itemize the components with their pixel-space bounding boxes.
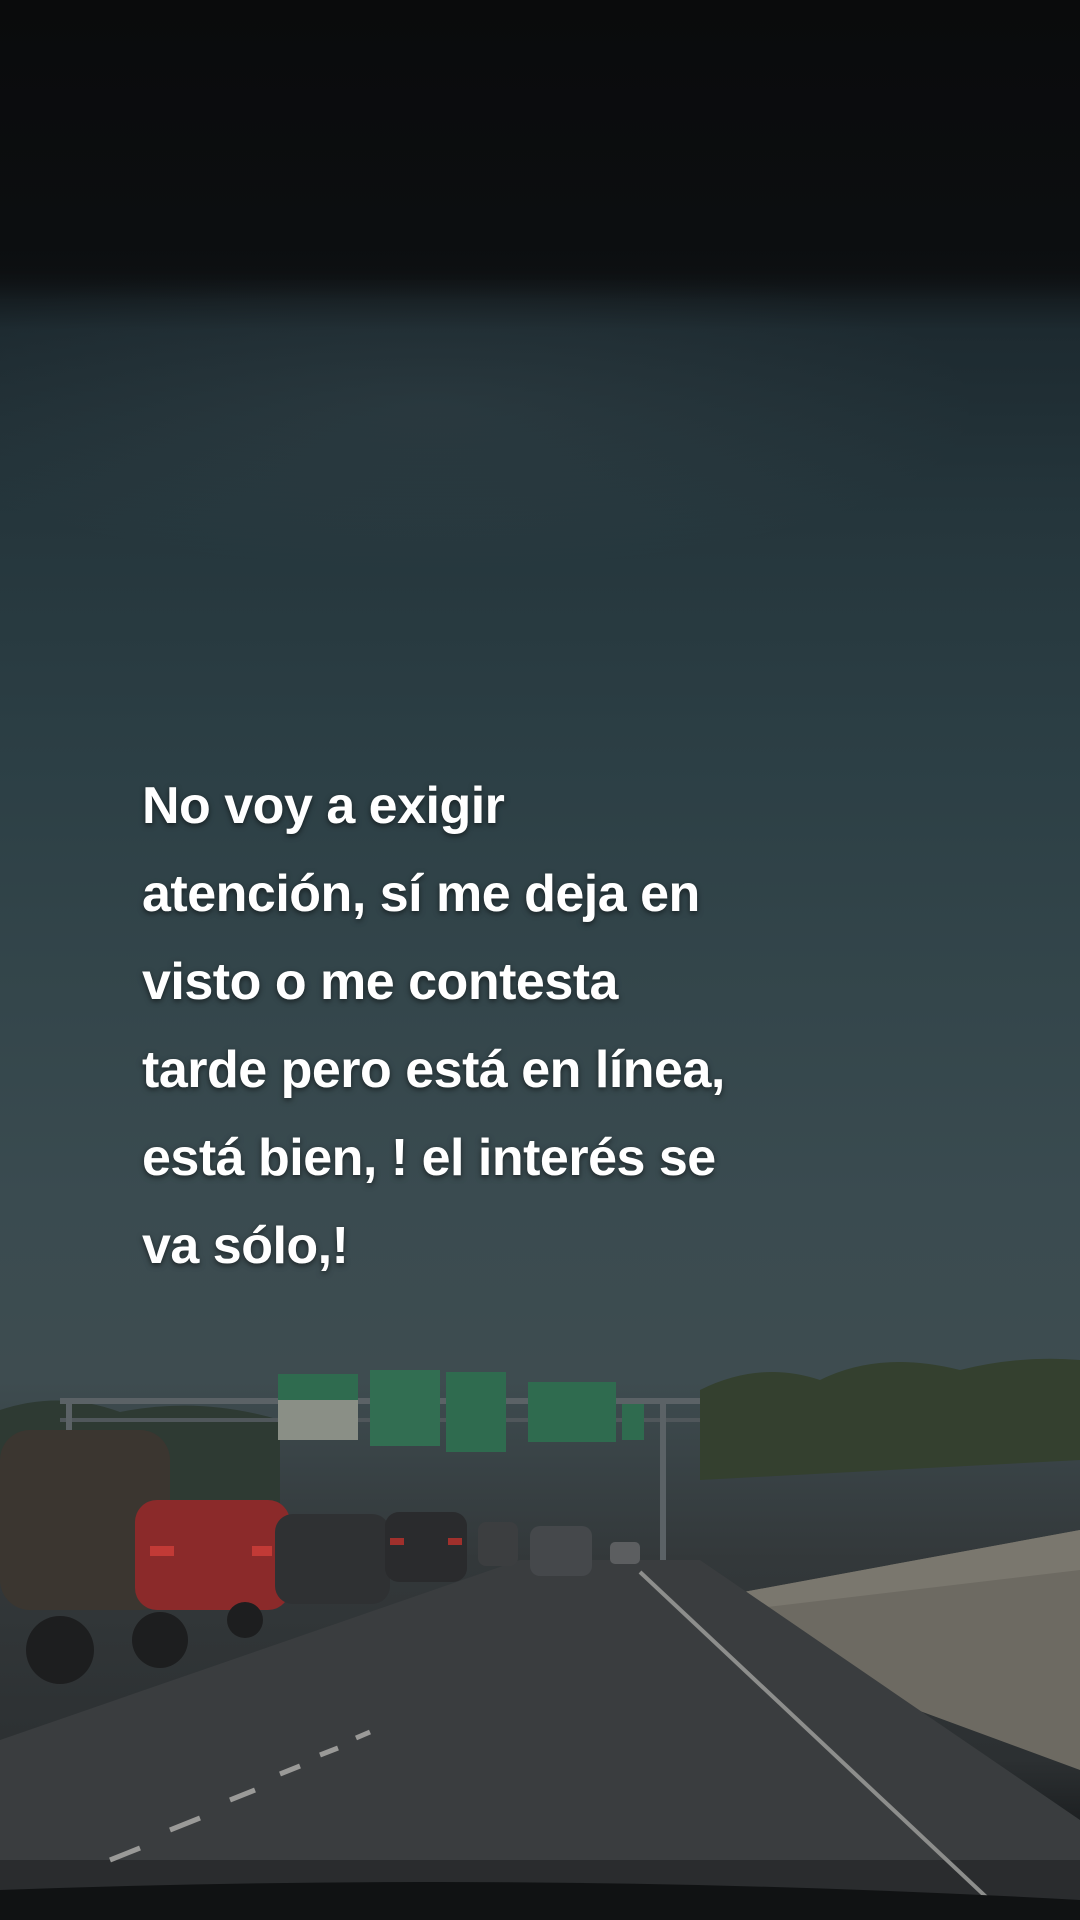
highway-scene: [0, 1300, 1080, 1920]
overlay-caption: No voy a exigir atención, sí me deja en …: [142, 762, 902, 1290]
caption-line: va sólo,!: [142, 1217, 349, 1275]
caption-line: No voy a exigir: [142, 777, 505, 835]
car-roof-shadow: [0, 0, 1080, 300]
caption-line: está bien, ! el interés se: [142, 1129, 716, 1187]
caption-line: visto o me contesta: [142, 953, 618, 1011]
video-frame: No voy a exigir atención, sí me deja en …: [0, 0, 1080, 1920]
caption-line: tarde pero está en línea,: [142, 1041, 725, 1099]
windshield-haze: [0, 280, 1080, 600]
caption-line: atención, sí me deja en: [142, 865, 700, 923]
